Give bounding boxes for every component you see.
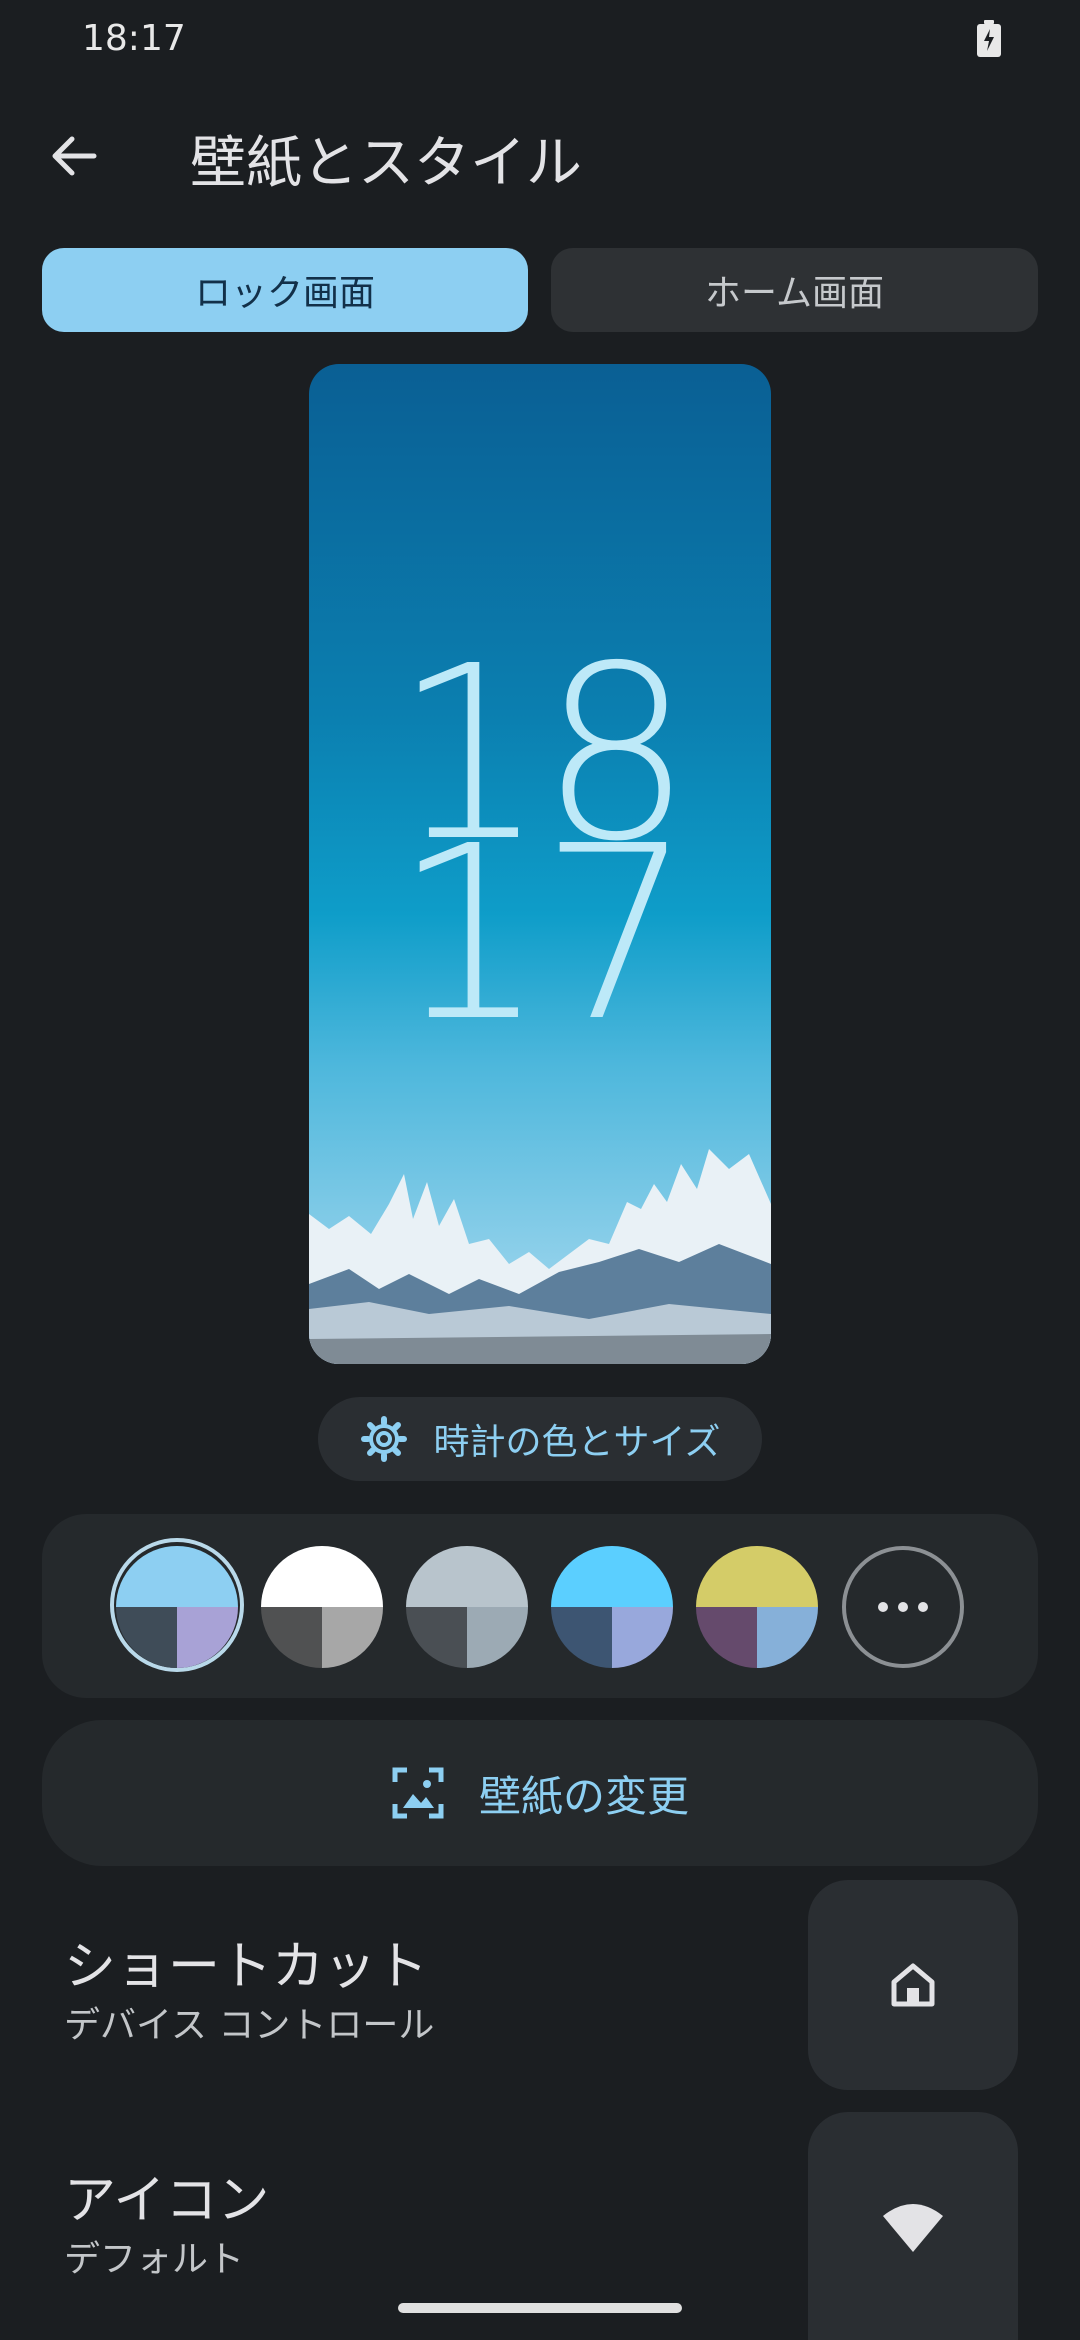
color-swatch-4[interactable] [551, 1546, 673, 1668]
swatch-bottom-left-color [406, 1607, 467, 1668]
swatch-bottom-right-color [322, 1607, 383, 1668]
swatch-bottom-left-color [261, 1607, 322, 1668]
swatch-bottom-right-color [177, 1607, 238, 1668]
swatch-top-color [116, 1546, 238, 1607]
wifi-icon [883, 2204, 943, 2252]
status-time: 18:17 [82, 18, 186, 59]
clock-color-size-button[interactable]: 時計の色とサイズ [318, 1397, 762, 1481]
home-icon [891, 1963, 935, 2007]
lock-screen-preview[interactable]: 18 17 [309, 364, 771, 1364]
swatch-bottom-right-color [757, 1607, 818, 1668]
swatch-bottom-left-color [696, 1607, 757, 1668]
change-wallpaper-button[interactable]: 壁紙の変更 [42, 1720, 1038, 1866]
mountain-wallpaper-image [309, 1149, 771, 1364]
gear-icon [360, 1416, 407, 1462]
more-colors-button[interactable] [842, 1546, 964, 1668]
preview-clock-minute: 17 [393, 794, 692, 1074]
swatch-bottom-right-color [612, 1607, 673, 1668]
swatch-top-color [261, 1546, 383, 1607]
swatch-top-color [406, 1546, 528, 1607]
battery-charging-icon [977, 20, 1001, 57]
swatch-bottom-left-color [551, 1607, 612, 1668]
icon-style-tile[interactable] [808, 2112, 1018, 2340]
shortcut-home-tile[interactable] [808, 1880, 1018, 2090]
swatch-bottom-left-color [116, 1607, 177, 1668]
swatch-bottom-right-color [467, 1607, 528, 1668]
page-title: 壁紙とスタイル [190, 131, 582, 196]
color-swatch-2[interactable] [261, 1546, 383, 1668]
swatch-top-color [696, 1546, 818, 1607]
icons-title[interactable]: アイコン [64, 2158, 269, 2233]
shortcuts-title[interactable]: ショートカット [64, 1924, 428, 1999]
change-wallpaper-label: 壁紙の変更 [478, 1771, 689, 1821]
shortcuts-subtitle: デバイス コントロール [64, 2005, 435, 2046]
tab-home-screen[interactable]: ホーム画面 [551, 248, 1038, 332]
swatch-top-color [551, 1546, 673, 1607]
clock-color-size-label: 時計の色とサイズ [433, 1422, 721, 1463]
color-swatch-5[interactable] [696, 1546, 818, 1668]
color-swatch-1[interactable] [116, 1546, 238, 1668]
icons-subtitle: デフォルト [64, 2239, 245, 2280]
more-horizontal-icon [878, 1602, 928, 1612]
color-swatch-3[interactable] [406, 1546, 528, 1668]
gesture-nav-handle[interactable] [398, 2303, 682, 2313]
back-arrow-icon[interactable] [46, 128, 102, 184]
wallpaper-icon [392, 1767, 444, 1819]
tab-lock-screen[interactable]: ロック画面 [42, 248, 528, 332]
